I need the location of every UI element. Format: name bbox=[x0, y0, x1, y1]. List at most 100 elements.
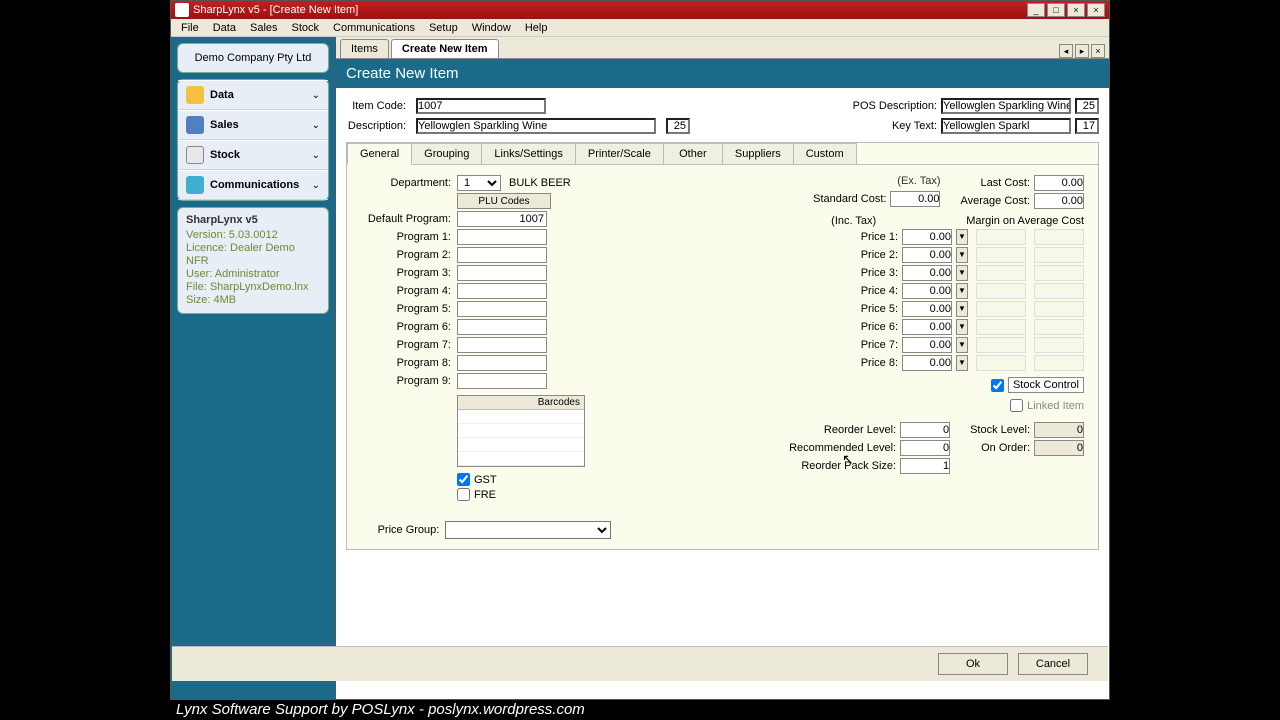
info-user: User: Administrator bbox=[186, 268, 320, 281]
key-text-count bbox=[1075, 118, 1099, 134]
last-cost-field[interactable] bbox=[1034, 175, 1084, 191]
company-name: Demo Company Pty Ltd bbox=[195, 52, 312, 64]
piechart-icon bbox=[186, 116, 204, 134]
box-icon bbox=[186, 146, 204, 164]
reorder-pack-field[interactable] bbox=[900, 458, 950, 474]
recommended-level-field[interactable] bbox=[900, 440, 950, 456]
program3-field[interactable] bbox=[457, 265, 547, 281]
price3-drop-icon[interactable]: ▼ bbox=[956, 265, 968, 281]
tab-general[interactable]: General bbox=[347, 143, 412, 165]
title-bar: SharpLynx v5 - [Create New Item] _ □ × × bbox=[171, 1, 1109, 19]
main-area: Items Create New Item ◂ ▸ × Create New I… bbox=[335, 37, 1109, 699]
close-child-button[interactable]: × bbox=[1087, 3, 1105, 17]
linked-item-checkbox[interactable] bbox=[1010, 399, 1023, 412]
sidebar-item-sales[interactable]: Sales⌄ bbox=[178, 110, 328, 140]
reorder-level-field[interactable] bbox=[900, 422, 950, 438]
tab-grouping[interactable]: Grouping bbox=[411, 143, 482, 164]
tab-suppliers[interactable]: Suppliers bbox=[722, 143, 794, 164]
chevron-down-icon: ⌄ bbox=[312, 180, 320, 191]
program7-field[interactable] bbox=[457, 337, 547, 353]
menu-file[interactable]: File bbox=[175, 20, 205, 36]
price8-drop-icon[interactable]: ▼ bbox=[956, 355, 968, 371]
dialog-buttons: Ok Cancel bbox=[172, 646, 1108, 681]
default-program-field[interactable] bbox=[457, 211, 547, 227]
menu-help[interactable]: Help bbox=[519, 20, 554, 36]
price3-field[interactable] bbox=[902, 265, 952, 281]
plu-codes-button[interactable]: PLU Codes bbox=[457, 193, 551, 209]
price5-field[interactable] bbox=[902, 301, 952, 317]
department-name: BULK BEER bbox=[509, 177, 571, 189]
program9-field[interactable] bbox=[457, 373, 547, 389]
tab-printer-scale[interactable]: Printer/Scale bbox=[575, 143, 664, 164]
price1-field[interactable] bbox=[902, 229, 952, 245]
chevron-down-icon: ⌄ bbox=[312, 90, 320, 101]
pos-description-field[interactable] bbox=[941, 98, 1071, 114]
menu-data[interactable]: Data bbox=[207, 20, 242, 36]
margin-header: Margin on Average Cost bbox=[966, 215, 1084, 227]
menu-communications[interactable]: Communications bbox=[327, 20, 421, 36]
program2-field[interactable] bbox=[457, 247, 547, 263]
sidebar-item-stock[interactable]: Stock⌄ bbox=[178, 140, 328, 170]
tab-items[interactable]: Items bbox=[340, 39, 389, 58]
ok-button[interactable]: Ok bbox=[938, 653, 1008, 675]
tab-close-icon[interactable]: × bbox=[1091, 44, 1105, 58]
info-size: Size: 4MB bbox=[186, 294, 320, 307]
price6-field[interactable] bbox=[902, 319, 952, 335]
menu-stock[interactable]: Stock bbox=[286, 20, 326, 36]
program6-field[interactable] bbox=[457, 319, 547, 335]
fre-checkbox[interactable] bbox=[457, 488, 470, 501]
close-window-button[interactable]: × bbox=[1067, 3, 1085, 17]
sidebar-item-communications[interactable]: Communications⌄ bbox=[178, 170, 328, 200]
price7-field[interactable] bbox=[902, 337, 952, 353]
price7-drop-icon[interactable]: ▼ bbox=[956, 337, 968, 353]
price8-field[interactable] bbox=[902, 355, 952, 371]
price6-drop-icon[interactable]: ▼ bbox=[956, 319, 968, 335]
barcodes-list[interactable]: Barcodes bbox=[457, 395, 585, 467]
barcodes-header: Barcodes bbox=[458, 396, 584, 410]
stock-control-checkbox[interactable] bbox=[991, 379, 1004, 392]
program1-field[interactable] bbox=[457, 229, 547, 245]
price2-field[interactable] bbox=[902, 247, 952, 263]
minimize-button[interactable]: _ bbox=[1027, 3, 1045, 17]
inc-tax-header: (Inc. Tax) bbox=[831, 215, 876, 227]
video-caption: Lynx Software Support by POSLynx - posly… bbox=[170, 699, 591, 720]
tab-next-icon[interactable]: ▸ bbox=[1075, 44, 1089, 58]
program8-field[interactable] bbox=[457, 355, 547, 371]
menu-setup[interactable]: Setup bbox=[423, 20, 464, 36]
item-code-field[interactable] bbox=[416, 98, 546, 114]
tab-custom[interactable]: Custom bbox=[793, 143, 857, 164]
maximize-button[interactable]: □ bbox=[1047, 3, 1065, 17]
program5-field[interactable] bbox=[457, 301, 547, 317]
label-pos-desc: POS Description: bbox=[847, 100, 937, 112]
tab-prev-icon[interactable]: ◂ bbox=[1059, 44, 1073, 58]
gst-checkbox[interactable] bbox=[457, 473, 470, 486]
label-item-code: Item Code: bbox=[346, 100, 406, 112]
sidebar-item-data[interactable]: Data⌄ bbox=[178, 80, 328, 110]
department-select[interactable]: 1 bbox=[457, 175, 501, 191]
description-field[interactable] bbox=[416, 118, 656, 134]
program4-field[interactable] bbox=[457, 283, 547, 299]
tab-links-settings[interactable]: Links/Settings bbox=[481, 143, 575, 164]
label-default-program: Default Program: bbox=[361, 213, 451, 225]
average-cost-field[interactable] bbox=[1034, 193, 1084, 209]
cancel-button[interactable]: Cancel bbox=[1018, 653, 1088, 675]
price5-drop-icon[interactable]: ▼ bbox=[956, 301, 968, 317]
globe-icon bbox=[186, 176, 204, 194]
nav-panel: Data⌄ Sales⌄ Stock⌄ Communications⌄ bbox=[177, 79, 329, 201]
price4-drop-icon[interactable]: ▼ bbox=[956, 283, 968, 299]
app-icon bbox=[175, 3, 189, 17]
stock-level-field bbox=[1034, 422, 1084, 438]
standard-cost-field[interactable] bbox=[890, 191, 940, 207]
inner-tabs: General Grouping Links/Settings Printer/… bbox=[347, 143, 1098, 165]
tab-other[interactable]: Other bbox=[663, 143, 723, 164]
tab-create-new-item[interactable]: Create New Item bbox=[391, 39, 499, 58]
menu-window[interactable]: Window bbox=[466, 20, 517, 36]
price2-drop-icon[interactable]: ▼ bbox=[956, 247, 968, 263]
menu-sales[interactable]: Sales bbox=[244, 20, 284, 36]
price-group-select[interactable] bbox=[445, 521, 611, 539]
key-text-field[interactable] bbox=[941, 118, 1071, 134]
info-product: SharpLynx v5 bbox=[186, 214, 320, 227]
price1-drop-icon[interactable]: ▼ bbox=[956, 229, 968, 245]
menu-bar: File Data Sales Stock Communications Set… bbox=[171, 19, 1109, 37]
price4-field[interactable] bbox=[902, 283, 952, 299]
